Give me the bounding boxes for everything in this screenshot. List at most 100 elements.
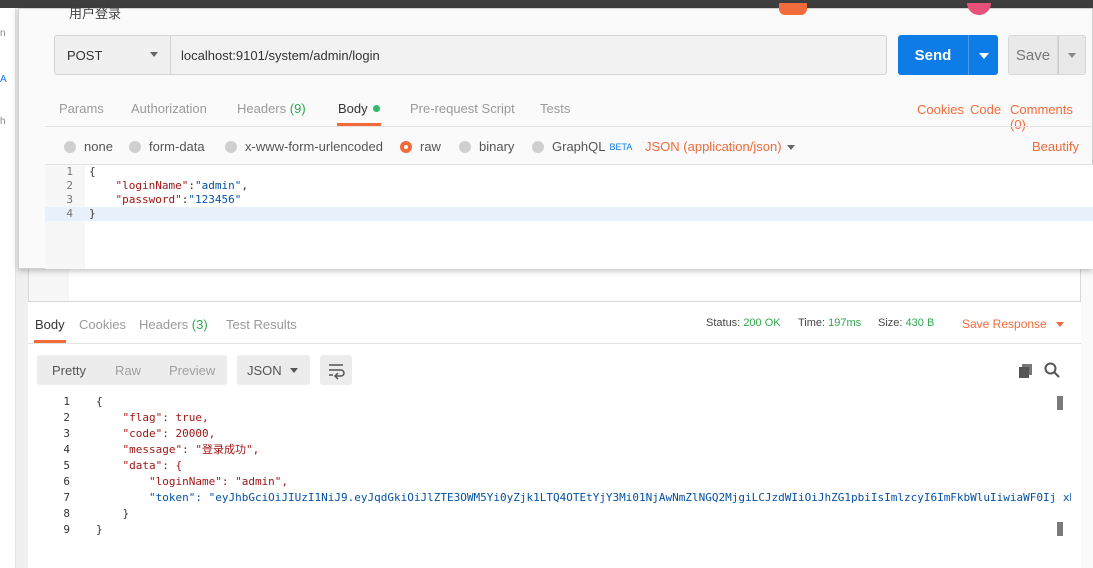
wrap-lines-button[interactable] [320,355,352,385]
line-number: 2 [66,179,73,192]
content-type-select[interactable]: JSON (application/json) [645,139,782,154]
request-body-editor[interactable]: 1{ 2 "loginName":"admin", 3 "password":"… [45,165,1093,269]
status-label: Status: [706,317,741,329]
sidebar-fragment: h [0,116,6,127]
code-text: "token": "eyJhbGciOiJIUzI1NiJ9.eyJqdGkiO… [96,491,1071,504]
size-label: Size: [878,317,903,329]
line-number: 1 [66,165,73,178]
line-number: 9 [63,523,70,536]
json-value: "123456" [188,193,242,206]
body-type-binary-label: binary [479,139,515,154]
time-readout: Time: 197ms [798,317,861,329]
code-link[interactable]: Code [970,102,1001,117]
tab-body-label: Body [338,101,368,116]
tab-tests[interactable]: Tests [540,101,570,116]
sidebar-fragment: n [0,28,6,39]
view-raw-button[interactable]: Raw [115,363,141,378]
left-sidebar-strip: n A h [0,8,16,568]
size-readout: Size: 430 B [878,317,934,329]
cookies-link[interactable]: Cookies [917,102,964,117]
radio-icon [225,140,237,153]
line-number: 3 [63,427,70,440]
tab-prerequest-script[interactable]: Pre-request Script [410,101,515,116]
response-scrollbar[interactable] [1057,396,1063,538]
radio-icon [64,140,76,153]
code-text: } [89,207,96,220]
code-line: 2 "loginName":"admin", [45,179,1093,193]
line-number: 6 [63,475,70,488]
modified-dot-icon [372,105,380,112]
app-top-bar [0,0,1093,8]
line-number: 8 [63,507,70,520]
status-readout: Status: 200 OK [706,317,781,329]
sidebar-fragment: A [0,74,7,85]
format-select[interactable]: JSON [237,355,310,385]
view-preview-button[interactable]: Preview [169,363,215,378]
code-text: "password":"123456" [89,193,242,207]
code-text: { [96,395,103,408]
json-comma: , [241,179,248,192]
response-tab-test-results[interactable]: Test Results [226,317,297,332]
line-number: 2 [63,411,70,424]
response-tab-body[interactable]: Body [35,317,65,332]
body-type-form-data[interactable]: form-data [129,139,205,154]
code-line: 9} [28,522,1071,538]
save-response-caret-icon[interactable] [1056,322,1064,327]
code-text: } [96,523,103,536]
chevron-down-icon [150,52,158,57]
response-tab-cookies[interactable]: Cookies [79,317,126,332]
body-type-graphql[interactable]: GraphQL BETA [532,139,632,154]
body-type-raw-label: raw [420,139,441,154]
headers-count: (9) [289,101,306,116]
search-icon[interactable] [1044,362,1060,381]
code-line: 4 "message": "登录成功", [28,442,1071,458]
response-headers-count: (3) [191,317,208,332]
response-tab-headers-label: Headers [139,317,189,332]
save-button[interactable]: Save [1008,35,1058,75]
radio-selected-icon [400,140,412,153]
view-pretty-button[interactable]: Pretty [52,363,86,378]
method-value: POST [67,47,103,63]
json-separator: : [188,179,195,192]
body-type-raw[interactable]: raw [400,139,441,154]
body-type-none-label: none [84,139,113,154]
body-type-form-data-label: form-data [149,139,205,154]
tab-authorization[interactable]: Authorization [131,101,207,116]
code-text: "loginName": "admin", [96,475,289,488]
json-key: "password" [115,193,182,206]
chevron-down-icon[interactable] [787,145,795,150]
tab-headers[interactable]: Headers (9) [237,101,306,116]
response-tab-headers[interactable]: Headers (3) [139,317,208,332]
code-line: 8 } [28,506,1071,522]
url-input[interactable]: localhost:9101/system/admin/login [170,35,887,75]
code-text: } [96,507,130,520]
comments-link[interactable]: Comments (0) [1010,102,1092,132]
code-line: 3 "code": 20000, [28,426,1071,442]
save-options-button[interactable] [1058,35,1086,75]
tab-params[interactable]: Params [59,101,104,116]
code-line: 6 "loginName": "admin", [28,474,1071,490]
radio-icon [129,140,141,153]
send-options-button[interactable] [968,35,998,75]
body-type-urlencoded-label: x-www-form-urlencoded [245,139,383,154]
tab-headers-label: Headers [237,101,287,116]
chevron-down-icon [290,368,298,373]
copy-icon[interactable] [1018,362,1034,381]
time-label: Time: [798,317,826,329]
save-response-button[interactable]: Save Response [962,317,1047,331]
body-type-binary[interactable]: binary [459,139,514,154]
code-text: "code": 20000, [96,427,216,440]
method-select[interactable]: POST [54,35,171,75]
json-value: "admin" [194,179,242,192]
tab-body[interactable]: Body [338,101,380,116]
body-type-none[interactable]: none [64,139,113,154]
beautify-link[interactable]: Beautify [1032,139,1079,154]
avatar[interactable] [779,3,807,15]
code-line: 3 "password":"123456" [45,193,1093,207]
response-body-editor[interactable]: 1{ 2 "flag": true, 3 "code": 20000, 4 "m… [28,394,1071,544]
code-text: "flag": true, [96,411,209,424]
body-type-urlencoded[interactable]: x-www-form-urlencoded [225,139,383,154]
send-button[interactable]: Send [898,35,968,75]
avatar[interactable] [967,3,991,15]
line-number: 7 [63,491,70,504]
